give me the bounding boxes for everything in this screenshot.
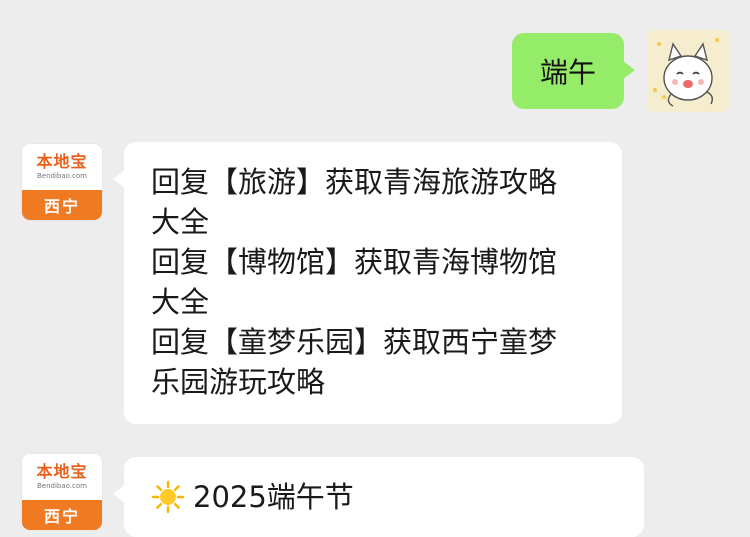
incoming-message-text: 回复【旅游】获取青海旅游攻略 大全 回复【博物馆】获取青海博物馆 大全 回复【童… [151,165,558,399]
outgoing-message-text: 端午 [539,56,596,89]
incoming-message-bubble[interactable]: 回复【旅游】获取青海旅游攻略 大全 回复【博物馆】获取青海博物馆 大全 回复【童… [113,142,622,424]
account-city-label: 西宁 [22,500,102,530]
account-logo: 本地宝 Bendibao.com [22,454,102,500]
account-avatar[interactable]: 本地宝 Bendibao.com 西宁 [22,144,102,220]
incoming-message-bubble[interactable]: 2025端午节 [113,457,644,537]
chat-window: 端午 本地宝 Bendibao.com 西宁 回复【旅游】获取青海旅游攻略 大全… [0,0,750,537]
incoming-message-text: 2025端午节 [193,480,354,514]
account-avatar[interactable]: 本地宝 Bendibao.com 西宁 [22,454,102,530]
outgoing-message-bubble[interactable]: 端午 [512,33,635,109]
cat-sticker-icon [647,30,729,112]
account-city-label: 西宁 [22,190,102,220]
user-avatar[interactable] [647,30,729,112]
account-logo: 本地宝 Bendibao.com [22,144,102,190]
incoming-message-line: 2025端午节 [151,477,354,517]
sun-icon [151,480,185,514]
